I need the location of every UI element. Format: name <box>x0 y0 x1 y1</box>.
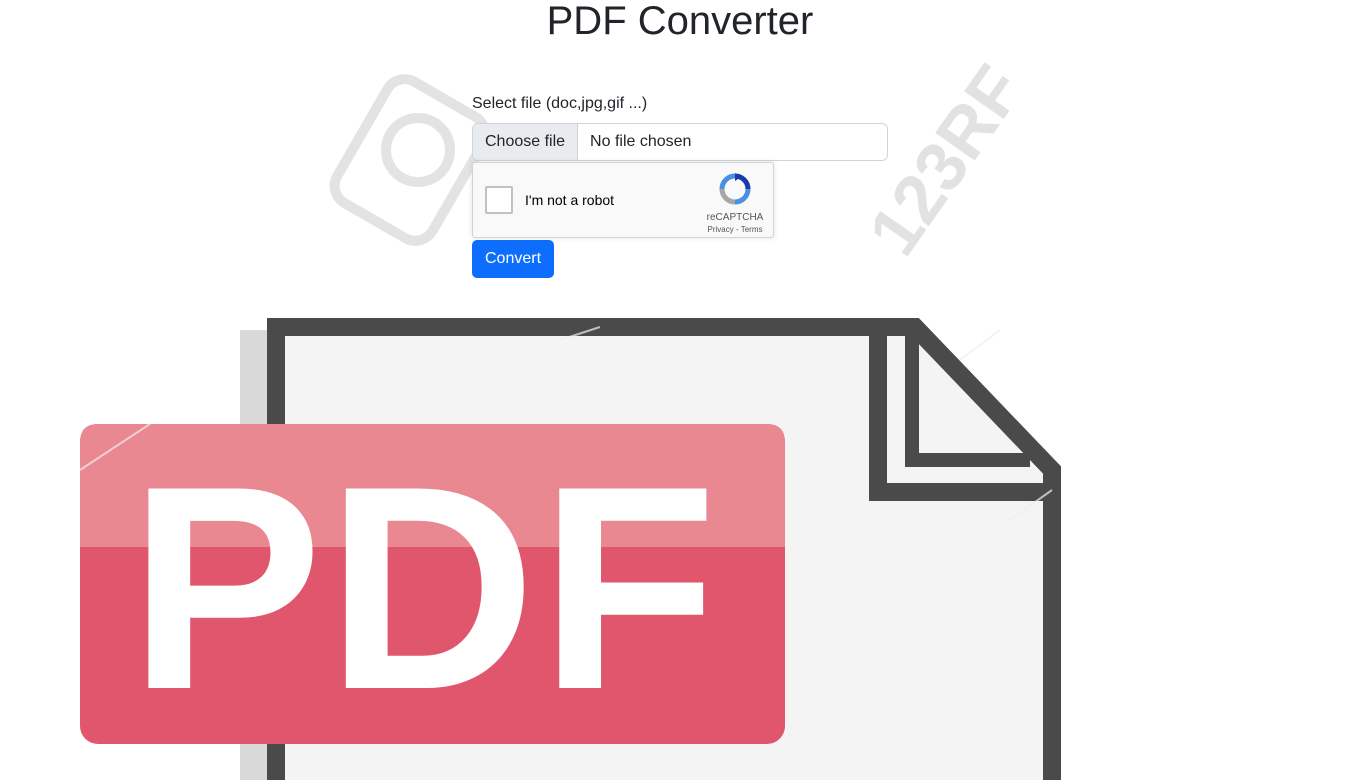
page: 123RF 123RF PDF PDF Converter Select fil… <box>0 0 1371 780</box>
file-input[interactable]: Choose file No file chosen <box>472 123 888 161</box>
captcha-label: I'm not a robot <box>525 192 615 208</box>
privacy-link[interactable]: Privacy <box>708 225 734 234</box>
page-title: PDF Converter <box>546 0 814 43</box>
upload-form: Select file (doc,jpg,gif ...) Choose fil… <box>472 92 888 278</box>
terms-link[interactable]: Terms <box>741 225 763 234</box>
recaptcha-icon <box>719 173 751 205</box>
captcha-links: Privacy - Terms <box>705 225 765 234</box>
recaptcha-brand: reCAPTCHA <box>706 212 764 223</box>
file-status: No file chosen <box>590 133 692 150</box>
link-separator: - <box>735 225 739 234</box>
recaptcha-widget: I'm not a robot reCAPTCHA Privacy - Term… <box>472 162 774 238</box>
convert-button[interactable]: Convert <box>472 240 555 278</box>
file-label: Select file (doc,jpg,gif ...) <box>472 95 648 112</box>
choose-file-button[interactable]: Choose file <box>473 124 579 160</box>
pdf-badge-text: PDF <box>129 426 721 750</box>
recaptcha-logo: reCAPTCHA Privacy - Terms <box>705 173 765 234</box>
captcha-checkbox[interactable] <box>485 186 513 214</box>
